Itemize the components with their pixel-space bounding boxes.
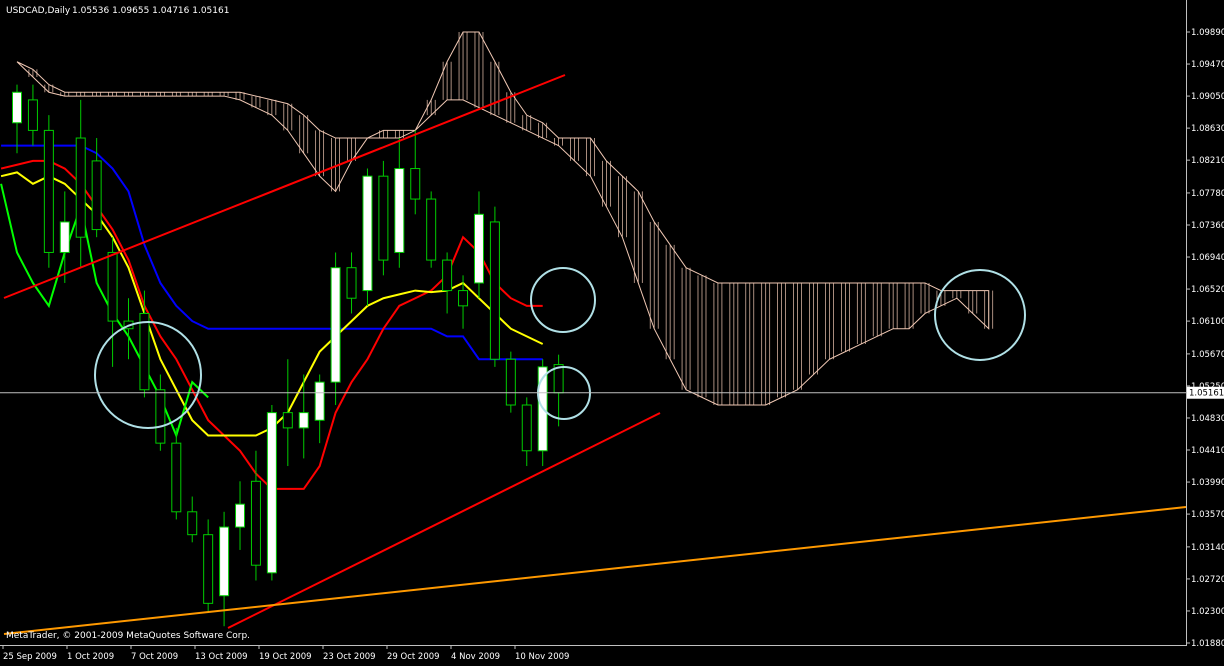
candle-body	[489, 221, 500, 360]
candle-body	[426, 198, 437, 261]
candle-body	[91, 160, 102, 231]
time-tick-label: 29 Oct 2009	[387, 652, 440, 662]
price-tick-label: 1.06940	[1191, 253, 1224, 263]
candle-body	[155, 389, 166, 444]
candle-body	[298, 412, 309, 429]
price-tick-label: 1.09050	[1191, 92, 1224, 102]
price-tick-label: 1.05670	[1191, 350, 1224, 360]
ohlc-values-label: 1.05536 1.09655 1.04716 1.05161	[72, 6, 229, 16]
price-tick-label: 1.04830	[1191, 414, 1224, 424]
candle-body	[203, 534, 214, 604]
candle-body	[59, 221, 70, 253]
price-tick-label: 1.09470	[1191, 60, 1224, 70]
candle-body	[378, 175, 389, 261]
candle[interactable]	[489, 206, 500, 367]
price-tick-label: 1.01880	[1191, 639, 1224, 649]
candle-body	[12, 91, 22, 124]
candle-body	[107, 251, 118, 322]
price-tick-label: 1.08630	[1191, 124, 1224, 134]
symbol-timeframe-label: USDCAD,Daily	[6, 6, 71, 16]
price-tick-label: 1.06520	[1191, 285, 1224, 295]
price-tick-label: 1.08210	[1191, 156, 1224, 166]
time-tick-label: 7 Oct 2009	[131, 652, 178, 662]
price-tick-label: 1.09890	[1191, 28, 1224, 38]
chart-background	[0, 0, 1224, 662]
candle-body	[521, 404, 532, 452]
current-price-label-text: 1.05161	[1189, 389, 1224, 399]
price-tick-label: 1.02720	[1191, 575, 1224, 585]
time-tick-label: 25 Sep 2009	[3, 652, 57, 662]
ohlc-header: USDCAD,Daily 1.05536 1.09655 1.04716 1.0…	[6, 6, 229, 16]
candle-body	[235, 503, 246, 528]
candle-body	[473, 213, 484, 284]
time-tick-label: 19 Oct 2009	[259, 652, 312, 662]
candle[interactable]	[266, 405, 277, 581]
candle-body	[266, 412, 277, 574]
candle-body	[187, 511, 198, 536]
price-tick-label: 1.03140	[1191, 543, 1224, 553]
chart-canvas[interactable]: 1.09890 1.09470 1.09050 1.08630 1.08210 1.077…	[0, 0, 1224, 662]
candle[interactable]	[43, 115, 54, 268]
candle-body	[171, 442, 182, 513]
candle-body	[458, 290, 469, 307]
price-tick-label: 1.03990	[1191, 478, 1224, 488]
candle[interactable]	[362, 168, 373, 306]
candle-body	[314, 381, 325, 421]
candle-body	[250, 480, 261, 566]
candle-body	[139, 312, 150, 391]
price-tick-label: 1.06100	[1191, 317, 1224, 327]
candle-body	[43, 129, 54, 253]
candle-body	[442, 259, 453, 292]
candle[interactable]	[378, 160, 389, 276]
candle-body	[394, 168, 405, 253]
price-tick-label: 1.02300	[1191, 607, 1224, 617]
current-price-label: 1.05161	[1187, 386, 1224, 399]
candle[interactable]	[330, 252, 341, 406]
time-tick-label: 13 Oct 2009	[195, 652, 248, 662]
price-tick-label: 1.04410	[1191, 446, 1224, 456]
price-tick-label: 1.03570	[1191, 510, 1224, 520]
candle-body	[505, 358, 516, 406]
time-tick-label: 4 Nov 2009	[451, 652, 500, 662]
candle[interactable]	[505, 351, 516, 413]
price-tick-label: 1.07780	[1191, 189, 1224, 199]
candle-body	[410, 168, 421, 200]
copyright-text: MetaTrader, © 2001-2009 MetaQuotes Softw…	[6, 631, 250, 641]
candle-body	[362, 175, 373, 292]
candle-body	[282, 412, 293, 429]
price-chart[interactable]: 1.09890 1.09470 1.09050 1.08630 1.08210 1.077…	[0, 0, 1224, 662]
candle-body	[27, 99, 38, 131]
candle-body	[346, 267, 357, 299]
time-tick-label: 1 Oct 2009	[67, 652, 114, 662]
time-tick-label: 23 Oct 2009	[323, 652, 376, 662]
candle[interactable]	[426, 191, 437, 268]
candle-body	[75, 137, 86, 238]
candle-body	[330, 267, 341, 383]
price-tick-label: 1.07360	[1191, 221, 1224, 231]
candle-body	[219, 526, 230, 597]
time-tick-label: 10 Nov 2009	[515, 652, 569, 662]
